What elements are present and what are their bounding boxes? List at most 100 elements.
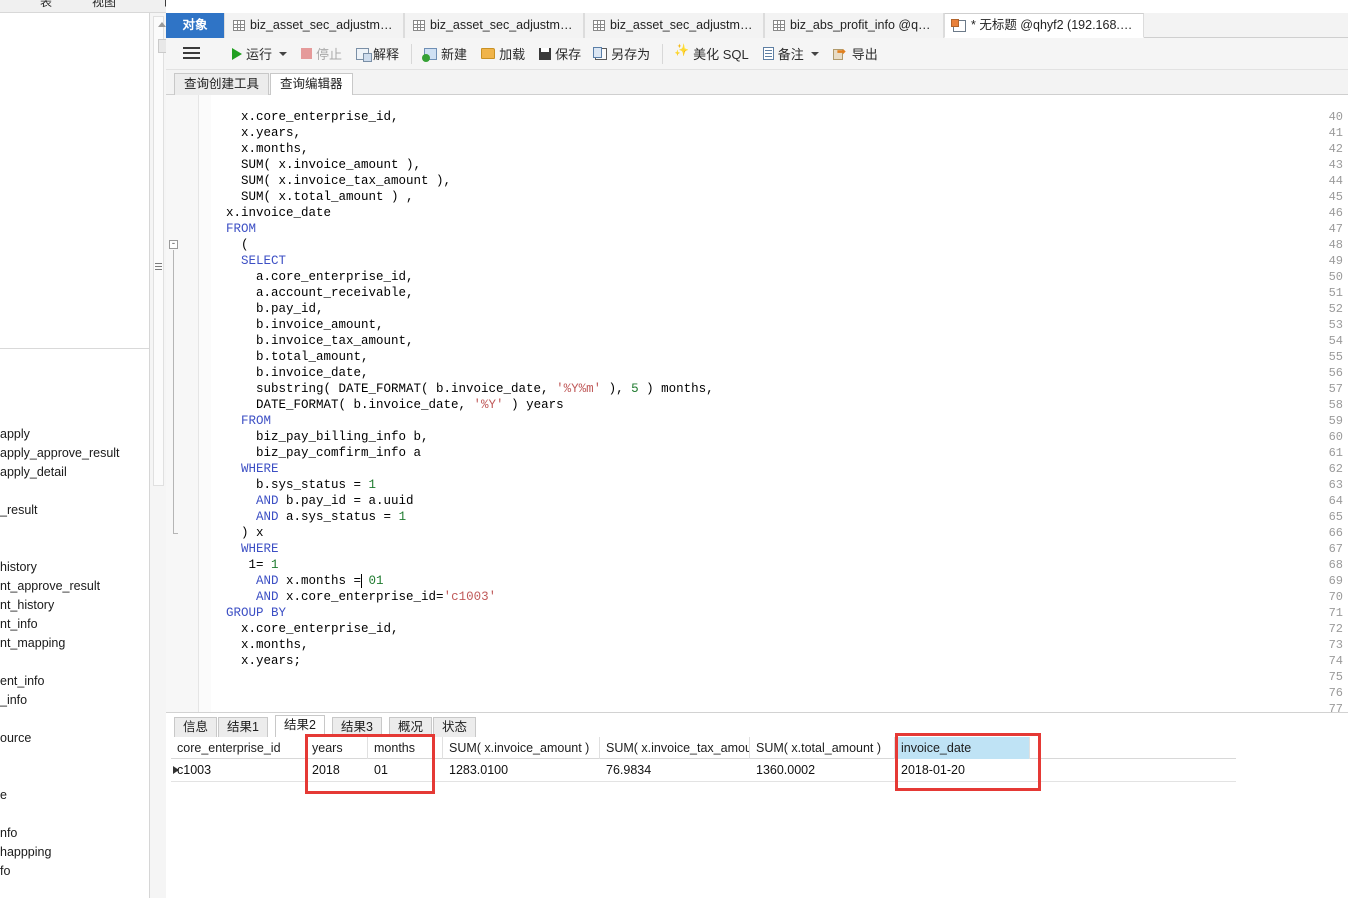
code-line[interactable]: WHERE xyxy=(211,541,279,557)
code-line[interactable]: b.invoice_date, xyxy=(211,365,369,381)
code-line[interactable]: ) x xyxy=(211,525,264,541)
code-line[interactable]: SUM( x.invoice_tax_amount ), xyxy=(211,173,451,189)
code-line[interactable]: AND x.months = 01 xyxy=(211,573,391,589)
tree-item[interactable]: nt_mapping xyxy=(0,634,149,653)
editor-mode-tabs[interactable]: 查询创建工具 查询编辑器 xyxy=(166,70,1348,96)
code-line[interactable]: FROM xyxy=(211,221,256,237)
code-line[interactable]: SUM( x.invoice_amount ), xyxy=(211,157,421,173)
column-header[interactable]: years xyxy=(306,737,368,759)
tree-item[interactable]: ent_info xyxy=(0,672,149,691)
tree-item[interactable]: apply xyxy=(0,425,149,444)
code-line[interactable]: b.invoice_amount, xyxy=(211,317,384,333)
table-cell[interactable]: 76.9834 xyxy=(600,759,750,781)
chevron-down-icon-2[interactable] xyxy=(810,51,819,56)
table-row[interactable]: c1003 2018 01 1283.0100 76.9834 1360.0002 2018… xyxy=(171,759,1236,781)
save-button[interactable]: 保存 xyxy=(532,41,588,67)
code-line[interactable]: 1= 1 xyxy=(211,557,279,573)
tree-item[interactable]: history xyxy=(0,558,149,577)
sql-editor[interactable]: x.core_enterprise_id, x.years, x.months,… xyxy=(166,95,1348,712)
tree-item[interactable]: e xyxy=(0,786,149,805)
code-line[interactable]: GROUP BY xyxy=(211,605,286,621)
chevron-down-icon[interactable] xyxy=(279,51,288,56)
column-header[interactable]: months xyxy=(368,737,443,759)
tree-item[interactable]: ource xyxy=(0,729,149,748)
column-header[interactable]: invoice_date xyxy=(895,737,1030,759)
sql-code-text[interactable]: x.core_enterprise_id, x.years, x.months,… xyxy=(211,95,1348,712)
menu-button[interactable] xyxy=(176,41,207,67)
pane-splitter[interactable] xyxy=(150,13,167,898)
results-grid[interactable]: core_enterprise_id years months SUM( x.invo… xyxy=(171,737,1341,782)
ribbon-tab-1[interactable]: 视图 xyxy=(76,0,132,12)
object-tab-1[interactable]: biz_asset_sec_adjustment_hi... xyxy=(224,13,404,38)
code-line[interactable]: x.core_enterprise_id, xyxy=(211,621,399,637)
tree-item[interactable]: apply_detail xyxy=(0,463,149,482)
query-toolbar[interactable]: 运行 停止 解释 新建 加载 保存 另存为 ✨ 美化 SQL 备注 ➡ 导出 xyxy=(166,38,1348,70)
code-line[interactable]: AND b.pay_id = a.uuid xyxy=(211,493,414,509)
code-fold-column[interactable] xyxy=(199,95,211,712)
code-line[interactable]: biz_pay_billing_info b, xyxy=(211,429,429,445)
object-tab-4[interactable]: biz_abs_profit_info @qhyf-fi... xyxy=(764,13,944,38)
new-button[interactable]: 新建 xyxy=(417,41,474,67)
code-line[interactable]: b.total_amount, xyxy=(211,349,369,365)
code-line[interactable]: x.core_enterprise_id, xyxy=(211,109,399,125)
code-line[interactable]: DATE_FORMAT( b.invoice_date, '%Y' ) year… xyxy=(211,397,564,413)
save-as-button[interactable]: 另存为 xyxy=(588,41,657,67)
code-line[interactable]: SELECT xyxy=(211,253,286,269)
results-tab-bar[interactable]: 信息 结果1 结果2 结果3 概况 状态 xyxy=(166,715,1348,737)
scroll-up-arrow-icon[interactable] xyxy=(158,22,166,27)
splitter-grip-icon[interactable] xyxy=(155,263,162,274)
tree-item[interactable]: nt_history xyxy=(0,596,149,615)
tree-item-list[interactable]: apply apply_approve_result apply_detail _re… xyxy=(0,425,149,881)
table-cell[interactable]: 01 xyxy=(368,759,443,781)
result-tab-1[interactable]: 结果1 xyxy=(218,717,268,737)
beautify-sql-button[interactable]: 美化 SQL xyxy=(668,41,756,67)
ribbon-tab-0[interactable]: 表 xyxy=(18,0,74,12)
table-cell[interactable]: c1003 xyxy=(171,759,306,781)
object-tab-0[interactable]: 对象 xyxy=(166,13,224,38)
code-line[interactable]: x.months, xyxy=(211,141,309,157)
note-button[interactable]: 备注 xyxy=(756,41,826,67)
tree-item[interactable]: nt_approve_result xyxy=(0,577,149,596)
code-line[interactable]: b.invoice_tax_amount, xyxy=(211,333,414,349)
run-button[interactable]: 运行 xyxy=(225,41,294,67)
code-line[interactable]: a.account_receivable, xyxy=(211,285,414,301)
table-cell[interactable]: 2018 xyxy=(306,759,368,781)
code-line[interactable]: AND x.core_enterprise_id='c1003' xyxy=(211,589,496,605)
code-line[interactable]: b.pay_id, xyxy=(211,301,324,317)
result-tab-0[interactable]: 信息 xyxy=(174,717,218,737)
editor-mode-tab-0[interactable]: 查询创建工具 xyxy=(174,73,270,95)
code-line[interactable]: b.sys_status = 1 xyxy=(211,477,376,493)
result-tab-4[interactable]: 概况 xyxy=(389,717,433,737)
database-object-tree[interactable]: apply apply_approve_result apply_detail _re… xyxy=(0,13,150,898)
editor-mode-tab-1[interactable]: 查询编辑器 xyxy=(270,73,353,96)
code-line[interactable]: a.core_enterprise_id, xyxy=(211,269,414,285)
code-line[interactable]: FROM xyxy=(211,413,271,429)
code-line[interactable]: ( xyxy=(211,237,249,253)
code-line[interactable]: x.invoice_date xyxy=(211,205,331,221)
column-header[interactable]: SUM( x.invoice_tax_amou xyxy=(600,737,750,759)
splitter-track[interactable] xyxy=(153,16,167,486)
export-button[interactable]: 导出 xyxy=(826,41,885,67)
column-header[interactable]: SUM( x.invoice_amount ) xyxy=(443,737,600,759)
result-tab-2[interactable]: 结果2 xyxy=(275,715,325,737)
results-grid-header[interactable]: core_enterprise_id years months SUM( x.invo… xyxy=(171,737,1236,759)
tree-item[interactable]: nfo xyxy=(0,824,149,843)
tree-item[interactable]: nt_info xyxy=(0,615,149,634)
table-cell[interactable]: 2018-01-20 xyxy=(895,759,1030,781)
tree-item[interactable]: _result xyxy=(0,501,149,520)
code-line[interactable]: SUM( x.total_amount ) , xyxy=(211,189,414,205)
code-line[interactable]: x.years; xyxy=(211,653,301,669)
explain-button[interactable]: 解释 xyxy=(349,41,406,67)
tree-item[interactable]: _info xyxy=(0,691,149,710)
code-line[interactable]: WHERE xyxy=(211,461,279,477)
object-tab-bar[interactable]: 对象 biz_asset_sec_adjustment_hi... biz_asse… xyxy=(166,13,1348,38)
result-tab-3[interactable]: 结果3 xyxy=(332,717,382,737)
code-line[interactable]: AND a.sys_status = 1 xyxy=(211,509,406,525)
code-line[interactable]: substring( DATE_FORMAT( b.invoice_date, … xyxy=(211,381,714,397)
column-header[interactable]: core_enterprise_id xyxy=(171,737,306,759)
column-header[interactable]: SUM( x.total_amount ) xyxy=(750,737,895,759)
object-tab-2[interactable]: biz_asset_sec_adjustment_in... xyxy=(404,13,584,38)
tree-item[interactable]: happping xyxy=(0,843,149,862)
tree-item[interactable]: apply_approve_result xyxy=(0,444,149,463)
load-button[interactable]: 加载 xyxy=(474,41,532,67)
